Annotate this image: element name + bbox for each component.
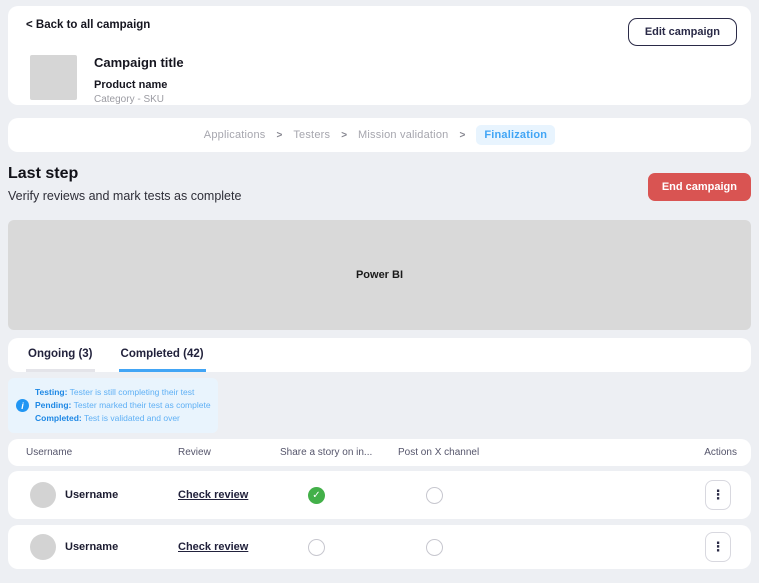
share-story-status-toggle[interactable] bbox=[308, 487, 325, 504]
table-row: Username Check review ⋮ bbox=[8, 471, 751, 519]
table-header: Username Review Share a story on in... P… bbox=[8, 439, 751, 466]
column-post-x: Post on X channel bbox=[398, 447, 479, 458]
breadcrumb-applications[interactable]: Applications bbox=[204, 129, 266, 141]
info-icon: i bbox=[16, 399, 29, 412]
last-step-section: Last step Verify reviews and mark tests … bbox=[8, 165, 751, 200]
row-actions-menu-button[interactable]: ⋮ bbox=[705, 480, 731, 510]
campaign-summary: Campaign title Product name Category - S… bbox=[30, 55, 184, 105]
legend-pending: Pending: Tester marked their test as com… bbox=[35, 399, 210, 412]
post-x-status-toggle[interactable] bbox=[426, 487, 443, 504]
breadcrumb-finalization[interactable]: Finalization bbox=[476, 125, 555, 145]
row-username: Username bbox=[65, 541, 118, 553]
page-title: Last step bbox=[8, 165, 751, 183]
column-username: Username bbox=[26, 447, 72, 458]
breadcrumb-mission-validation[interactable]: Mission validation bbox=[358, 129, 448, 141]
avatar bbox=[30, 534, 56, 560]
powerbi-label: Power BI bbox=[356, 269, 403, 281]
edit-campaign-button[interactable]: Edit campaign bbox=[628, 18, 737, 46]
post-x-status-toggle[interactable] bbox=[426, 539, 443, 556]
status-legend: i Testing: Tester is still completing th… bbox=[8, 378, 218, 433]
breadcrumb-testers[interactable]: Testers bbox=[293, 129, 330, 141]
check-review-link[interactable]: Check review bbox=[178, 489, 248, 501]
chevron-right-icon: > bbox=[459, 130, 465, 141]
tab-completed[interactable]: Completed (42) bbox=[119, 338, 206, 372]
tests-tabs: Ongoing (3) Completed (42) bbox=[8, 338, 751, 372]
campaign-header-card: < Back to all campaign Edit campaign Cam… bbox=[8, 6, 751, 105]
table-row: Username Check review ⋮ bbox=[8, 525, 751, 569]
legend-testing: Testing: Tester is still completing thei… bbox=[35, 386, 210, 399]
category-sku: Category - SKU bbox=[94, 94, 184, 105]
campaign-thumbnail bbox=[30, 55, 77, 100]
powerbi-report-placeholder: Power BI bbox=[8, 220, 751, 330]
kebab-icon: ⋮ bbox=[712, 539, 725, 555]
chevron-right-icon: > bbox=[341, 130, 347, 141]
campaign-title: Campaign title bbox=[94, 55, 184, 70]
kebab-icon: ⋮ bbox=[712, 487, 725, 503]
column-review: Review bbox=[178, 447, 211, 458]
back-to-campaigns-link[interactable]: < Back to all campaign bbox=[26, 19, 150, 31]
product-name: Product name bbox=[94, 79, 184, 91]
share-story-status-toggle[interactable] bbox=[308, 539, 325, 556]
page-subtitle: Verify reviews and mark tests as complet… bbox=[8, 189, 751, 203]
check-review-link[interactable]: Check review bbox=[178, 541, 248, 553]
avatar bbox=[30, 482, 56, 508]
tab-ongoing[interactable]: Ongoing (3) bbox=[26, 338, 95, 372]
row-username: Username bbox=[65, 489, 118, 501]
end-campaign-button[interactable]: End campaign bbox=[648, 173, 751, 201]
chevron-right-icon: > bbox=[277, 130, 283, 141]
campaign-info: Campaign title Product name Category - S… bbox=[94, 55, 184, 105]
row-actions-menu-button[interactable]: ⋮ bbox=[705, 532, 731, 562]
legend-completed: Completed: Test is validated and over bbox=[35, 412, 210, 425]
column-actions: Actions bbox=[704, 447, 737, 458]
breadcrumb: Applications > Testers > Mission validat… bbox=[8, 118, 751, 152]
column-share-story: Share a story on in... bbox=[280, 447, 372, 458]
